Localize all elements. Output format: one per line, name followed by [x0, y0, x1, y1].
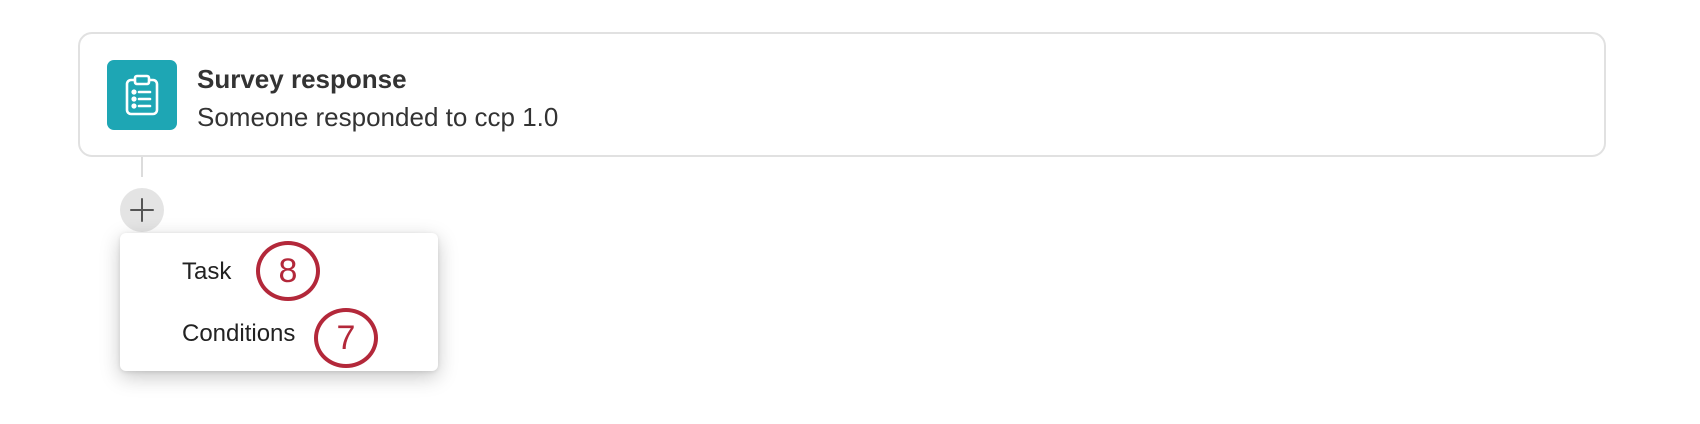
- menu-item-task[interactable]: Task: [182, 258, 231, 286]
- menu-item-conditions[interactable]: Conditions: [182, 320, 295, 348]
- add-step-button[interactable]: [120, 188, 164, 232]
- connector-line: [141, 157, 143, 177]
- callout-marker-7: 7: [314, 308, 378, 368]
- clipboard-list-icon: [107, 60, 177, 130]
- plus-icon: [130, 198, 154, 222]
- trigger-subtitle: Someone responded to ccp 1.0: [197, 102, 559, 132]
- survey-response-trigger-card[interactable]: Survey response Someone responded to ccp…: [78, 32, 1606, 157]
- trigger-title: Survey response: [197, 64, 407, 94]
- workflow-canvas: Survey response Someone responded to ccp…: [0, 0, 1700, 424]
- callout-marker-8: 8: [256, 241, 320, 301]
